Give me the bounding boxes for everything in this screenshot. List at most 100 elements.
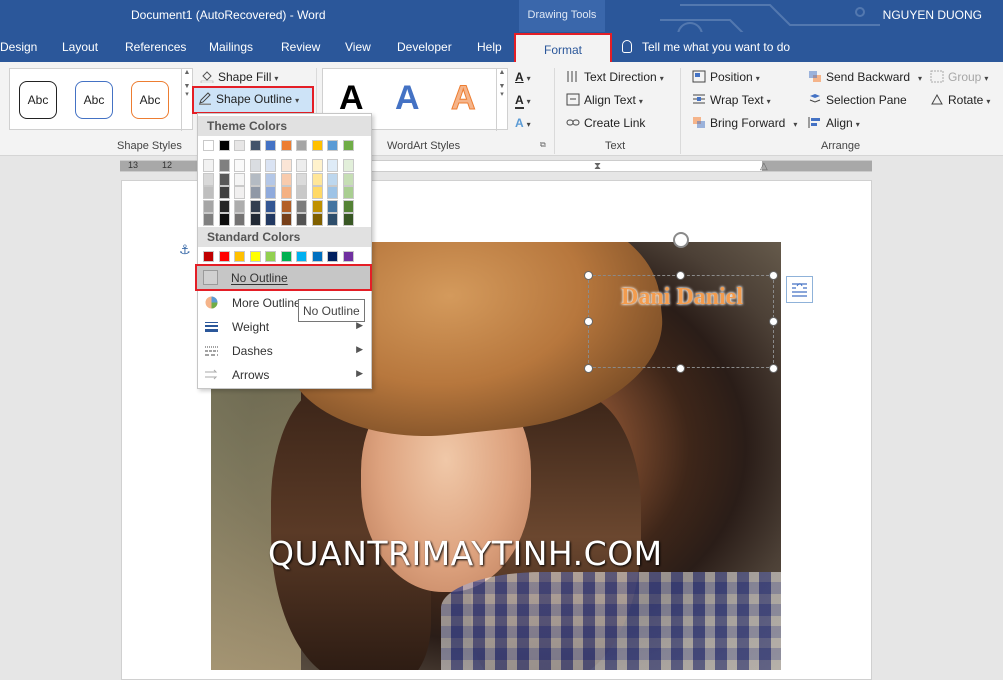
- text-direction-button[interactable]: Text Direction ▾: [566, 70, 664, 84]
- color-swatch[interactable]: [327, 186, 338, 199]
- resize-handle[interactable]: [769, 364, 778, 373]
- dialog-launcher-icon[interactable]: ⧉: [540, 140, 546, 150]
- shape-style-option[interactable]: Abc: [19, 81, 57, 119]
- tab-mailings[interactable]: Mailings: [209, 40, 253, 54]
- color-swatch[interactable]: [311, 186, 323, 199]
- color-swatch[interactable]: [280, 172, 292, 186]
- color-swatch[interactable]: [218, 172, 230, 186]
- user-name[interactable]: NGUYEN DUONG: [883, 8, 982, 22]
- color-swatch[interactable]: [327, 251, 338, 262]
- color-swatch[interactable]: [265, 251, 276, 262]
- rotate-button[interactable]: Rotate ▾: [930, 93, 990, 107]
- color-swatch[interactable]: [203, 213, 214, 226]
- tab-view[interactable]: View: [345, 40, 371, 54]
- bring-forward-button[interactable]: Bring Forward ▾: [692, 116, 797, 130]
- tell-me-search[interactable]: Tell me what you want to do: [622, 40, 790, 54]
- resize-handle[interactable]: [769, 317, 778, 326]
- color-swatch[interactable]: [327, 213, 338, 226]
- color-swatch[interactable]: [342, 251, 354, 262]
- dashes-item[interactable]: Dashes ▶: [198, 339, 371, 363]
- color-swatch[interactable]: [342, 213, 354, 226]
- color-swatch[interactable]: [296, 172, 307, 186]
- color-swatch[interactable]: [280, 199, 292, 213]
- color-swatch[interactable]: [234, 172, 245, 186]
- selection-pane-button[interactable]: Selection Pane: [808, 93, 907, 107]
- color-swatch[interactable]: [249, 140, 261, 151]
- color-swatch[interactable]: [280, 186, 292, 199]
- color-swatch[interactable]: [203, 140, 214, 151]
- color-swatch[interactable]: [296, 159, 307, 172]
- wordart-sample[interactable]: A: [395, 79, 420, 118]
- right-indent-marker-icon[interactable]: △: [760, 161, 768, 172]
- color-swatch[interactable]: [327, 159, 338, 172]
- resize-handle[interactable]: [584, 317, 593, 326]
- color-swatch[interactable]: [296, 251, 307, 262]
- group-button[interactable]: Group ▾: [930, 70, 988, 84]
- selected-textbox[interactable]: Dani Daniel: [588, 275, 774, 368]
- color-swatch[interactable]: [296, 213, 307, 226]
- color-swatch[interactable]: [234, 140, 245, 151]
- color-swatch[interactable]: [249, 159, 261, 172]
- color-swatch[interactable]: [327, 172, 338, 186]
- color-swatch[interactable]: [342, 140, 354, 151]
- resize-handle[interactable]: [769, 271, 778, 280]
- color-swatch[interactable]: [265, 140, 276, 151]
- send-backward-button[interactable]: Send Backward ▾: [808, 70, 922, 84]
- resize-handle[interactable]: [584, 271, 593, 280]
- color-swatch[interactable]: [249, 172, 261, 186]
- layout-options-button[interactable]: [786, 276, 813, 303]
- shape-style-option[interactable]: Abc: [75, 81, 113, 119]
- color-swatch[interactable]: [311, 140, 323, 151]
- shape-styles-gallery[interactable]: Abc Abc Abc ▲ ▼ ▾: [9, 68, 193, 131]
- color-swatch[interactable]: [218, 159, 230, 172]
- color-swatch[interactable]: [342, 186, 354, 199]
- color-swatch[interactable]: [311, 251, 323, 262]
- tab-help[interactable]: Help: [477, 40, 502, 54]
- tab-review[interactable]: Review: [281, 40, 320, 54]
- color-swatch[interactable]: [342, 159, 354, 172]
- color-swatch[interactable]: [234, 199, 245, 213]
- color-swatch[interactable]: [234, 213, 245, 226]
- color-swatch[interactable]: [249, 251, 261, 262]
- shape-outline-button[interactable]: Shape Outline ▾: [192, 86, 314, 114]
- color-swatch[interactable]: [218, 213, 230, 226]
- color-swatch[interactable]: [218, 251, 230, 262]
- color-swatch[interactable]: [327, 199, 338, 213]
- create-link-button[interactable]: Create Link: [566, 116, 645, 130]
- resize-handle[interactable]: [676, 271, 685, 280]
- color-swatch[interactable]: [203, 186, 214, 199]
- color-swatch[interactable]: [327, 140, 338, 151]
- color-swatch[interactable]: [296, 186, 307, 199]
- arrows-item[interactable]: Arrows ▶: [198, 363, 371, 387]
- align-button[interactable]: Align ▾: [808, 116, 860, 130]
- resize-handle[interactable]: [676, 364, 685, 373]
- color-swatch[interactable]: [218, 186, 230, 199]
- color-swatch[interactable]: [280, 140, 292, 151]
- wordart-sample[interactable]: A: [451, 79, 477, 118]
- color-swatch[interactable]: [311, 172, 323, 186]
- color-swatch[interactable]: [203, 159, 214, 172]
- align-text-button[interactable]: Align Text ▾: [566, 93, 643, 107]
- color-swatch[interactable]: [218, 199, 230, 213]
- color-swatch[interactable]: [234, 186, 245, 199]
- color-swatch[interactable]: [265, 213, 276, 226]
- color-swatch[interactable]: [249, 186, 261, 199]
- color-swatch[interactable]: [280, 251, 292, 262]
- rotate-handle-icon[interactable]: [673, 232, 689, 248]
- tab-format[interactable]: Format: [514, 33, 612, 64]
- tab-design[interactable]: Design: [0, 40, 37, 54]
- text-outline-button[interactable]: A ▾: [515, 93, 531, 109]
- color-swatch[interactable]: [265, 186, 276, 199]
- resize-handle[interactable]: [584, 364, 593, 373]
- color-swatch[interactable]: [265, 172, 276, 186]
- color-swatch[interactable]: [311, 213, 323, 226]
- color-swatch[interactable]: [234, 159, 245, 172]
- shape-style-option[interactable]: Abc: [131, 81, 169, 119]
- color-swatch[interactable]: [342, 172, 354, 186]
- color-swatch[interactable]: [203, 172, 214, 186]
- color-swatch[interactable]: [296, 199, 307, 213]
- tab-references[interactable]: References: [125, 40, 186, 54]
- color-swatch[interactable]: [265, 199, 276, 213]
- text-fill-button[interactable]: A ▾: [515, 70, 531, 84]
- tab-layout[interactable]: Layout: [62, 40, 98, 54]
